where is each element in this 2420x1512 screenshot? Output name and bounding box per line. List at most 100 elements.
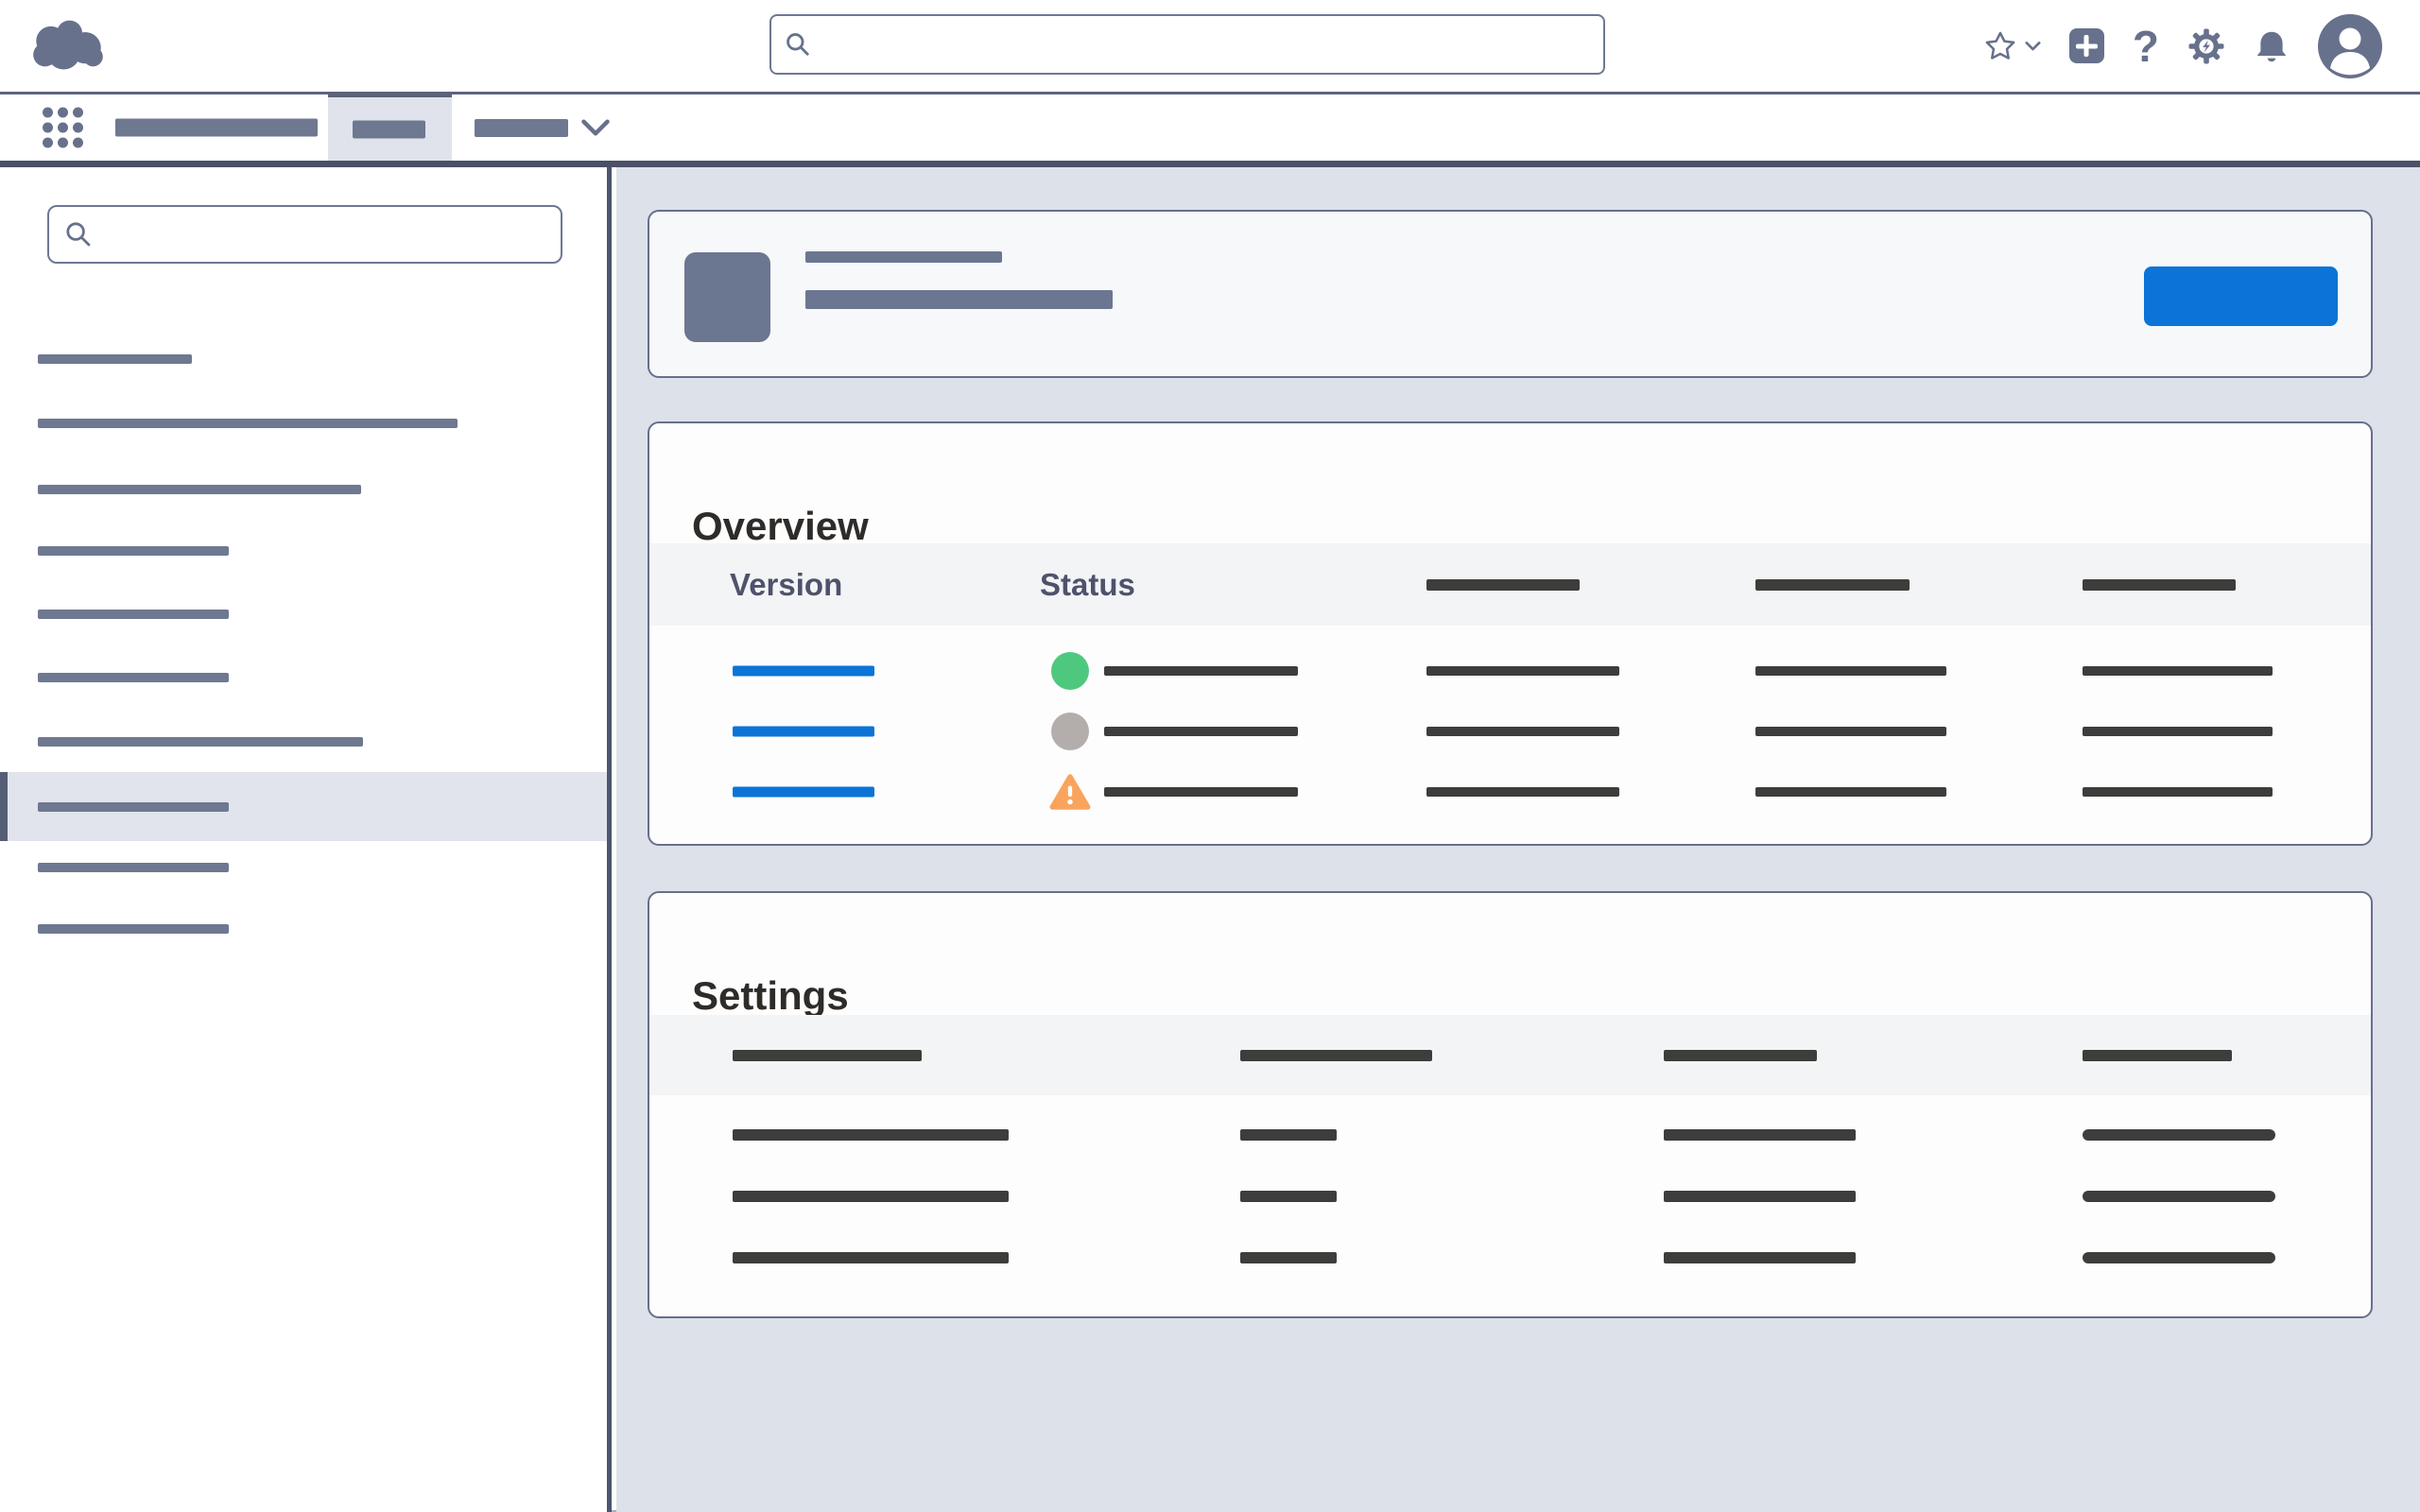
top-bar-actions: ? bbox=[1983, 0, 2382, 92]
app-nav-bar bbox=[0, 94, 2420, 161]
status-dot bbox=[1051, 713, 1089, 750]
settings-cell-bar bbox=[1664, 1191, 1856, 1202]
settings-cell-bar bbox=[1240, 1191, 1337, 1202]
sidebar-item[interactable] bbox=[0, 521, 607, 581]
chevron-down-icon bbox=[581, 119, 610, 136]
settings-cell-bar bbox=[733, 1129, 1009, 1141]
setup-sidebar bbox=[0, 167, 612, 1512]
overview-row bbox=[649, 711, 2371, 752]
settings-column-header-bar bbox=[733, 1050, 922, 1061]
overview-row bbox=[649, 771, 2371, 813]
settings-table-header bbox=[649, 1015, 2371, 1095]
overview-cell-bar bbox=[1104, 666, 1298, 676]
overview-cell-bar bbox=[1104, 727, 1298, 736]
sidebar-item-label-bar bbox=[38, 610, 229, 619]
nav-item-dropdown[interactable] bbox=[475, 94, 610, 161]
sidebar-item[interactable] bbox=[0, 712, 607, 772]
overview-cell-bar bbox=[1426, 787, 1619, 797]
sidebar-nav bbox=[0, 167, 607, 1512]
overview-card: Overview Version Status bbox=[648, 421, 2373, 846]
sidebar-item[interactable] bbox=[0, 899, 607, 959]
sidebar-item-label-bar bbox=[38, 485, 361, 494]
quick-add-plus-icon[interactable] bbox=[2069, 28, 2104, 63]
settings-card: Settings bbox=[648, 891, 2373, 1318]
settings-cell-bar bbox=[2083, 1129, 2275, 1141]
page-object-icon bbox=[684, 252, 770, 342]
column-header-version: Version bbox=[730, 567, 842, 603]
main-content: Overview Version Status Settings bbox=[616, 167, 2420, 1512]
version-link-bar[interactable] bbox=[733, 727, 874, 737]
sidebar-item[interactable] bbox=[0, 459, 607, 520]
sidebar-item-label-bar bbox=[38, 737, 363, 747]
sidebar-item-label-bar bbox=[38, 863, 229, 872]
sidebar-item[interactable] bbox=[0, 647, 607, 708]
nav-divider bbox=[0, 161, 2420, 167]
page-header-title-bar bbox=[805, 290, 1113, 309]
app-launcher-icon[interactable] bbox=[43, 108, 83, 148]
overview-cell-bar bbox=[2083, 666, 2273, 676]
status-neutral-icon bbox=[1049, 711, 1091, 752]
cloud-logo-icon bbox=[28, 15, 108, 74]
column-header-bar bbox=[1426, 579, 1580, 591]
settings-cell-bar bbox=[1664, 1129, 1856, 1141]
settings-cell-bar bbox=[2083, 1191, 2275, 1202]
nav-tab-selected-label-bar bbox=[353, 120, 425, 138]
column-header-status: Status bbox=[1040, 567, 1135, 603]
nav-item-label-bar bbox=[475, 119, 568, 137]
column-header-bar bbox=[1755, 579, 1910, 591]
sidebar-item-label-bar bbox=[38, 924, 229, 934]
settings-cell-bar bbox=[733, 1252, 1009, 1263]
overview-title: Overview bbox=[692, 504, 869, 549]
global-search-input[interactable] bbox=[822, 27, 1590, 61]
page-body: Overview Version Status Settings bbox=[0, 167, 2420, 1512]
notifications-bell-icon[interactable] bbox=[2254, 28, 2290, 64]
overview-cell-bar bbox=[1104, 787, 1298, 797]
setup-app-screen: ? bbox=[0, 0, 2420, 1512]
primary-action-button[interactable] bbox=[2144, 266, 2338, 326]
sidebar-item-label-bar bbox=[38, 419, 458, 428]
page-header-label-bar bbox=[805, 251, 1002, 263]
sidebar-item-label-bar bbox=[38, 354, 192, 364]
settings-cell-bar bbox=[1240, 1252, 1337, 1263]
settings-cell-bar bbox=[733, 1191, 1009, 1202]
version-link-bar[interactable] bbox=[733, 787, 874, 798]
settings-row bbox=[649, 1237, 2371, 1279]
overview-row bbox=[649, 650, 2371, 692]
status-success-icon bbox=[1049, 650, 1091, 692]
overview-cell-bar bbox=[1426, 666, 1619, 676]
user-avatar[interactable] bbox=[2318, 14, 2382, 78]
sidebar-item[interactable] bbox=[0, 772, 607, 841]
settings-row bbox=[649, 1114, 2371, 1156]
settings-title: Settings bbox=[692, 973, 849, 1019]
favorites-chevron-icon[interactable] bbox=[2025, 41, 2041, 52]
version-link-bar[interactable] bbox=[733, 666, 874, 677]
overview-table-header: Version Status bbox=[649, 543, 2371, 626]
sidebar-item[interactable] bbox=[0, 837, 607, 898]
overview-cell-bar bbox=[2083, 787, 2273, 797]
sidebar-item[interactable] bbox=[0, 329, 607, 389]
setup-gear-icon[interactable] bbox=[2187, 27, 2225, 65]
settings-column-header-bar bbox=[2083, 1050, 2232, 1061]
overview-cell-bar bbox=[1755, 666, 1946, 676]
favorites-control[interactable] bbox=[1983, 29, 2041, 63]
favorites-star-icon[interactable] bbox=[1983, 29, 2017, 63]
status-warning-icon bbox=[1049, 771, 1091, 813]
top-bar: ? bbox=[0, 0, 2420, 94]
overview-cell-bar bbox=[2083, 727, 2273, 736]
overview-cell-bar bbox=[1755, 727, 1946, 736]
settings-cell-bar bbox=[1664, 1252, 1856, 1263]
settings-cell-bar bbox=[2083, 1252, 2275, 1263]
overview-cell-bar bbox=[1755, 787, 1946, 797]
nav-tab-selected[interactable] bbox=[328, 92, 452, 161]
settings-column-header-bar bbox=[1240, 1050, 1432, 1061]
sidebar-item[interactable] bbox=[0, 393, 607, 454]
sidebar-item-label-bar bbox=[38, 546, 229, 556]
search-icon bbox=[785, 31, 811, 58]
nav-app-name-bar[interactable] bbox=[115, 119, 318, 137]
help-icon[interactable]: ? bbox=[2133, 25, 2159, 68]
settings-row bbox=[649, 1176, 2371, 1217]
sidebar-item[interactable] bbox=[0, 584, 607, 644]
global-search-box bbox=[769, 14, 1605, 75]
sidebar-item-label-bar bbox=[38, 673, 229, 682]
overview-cell-bar bbox=[1426, 727, 1619, 736]
